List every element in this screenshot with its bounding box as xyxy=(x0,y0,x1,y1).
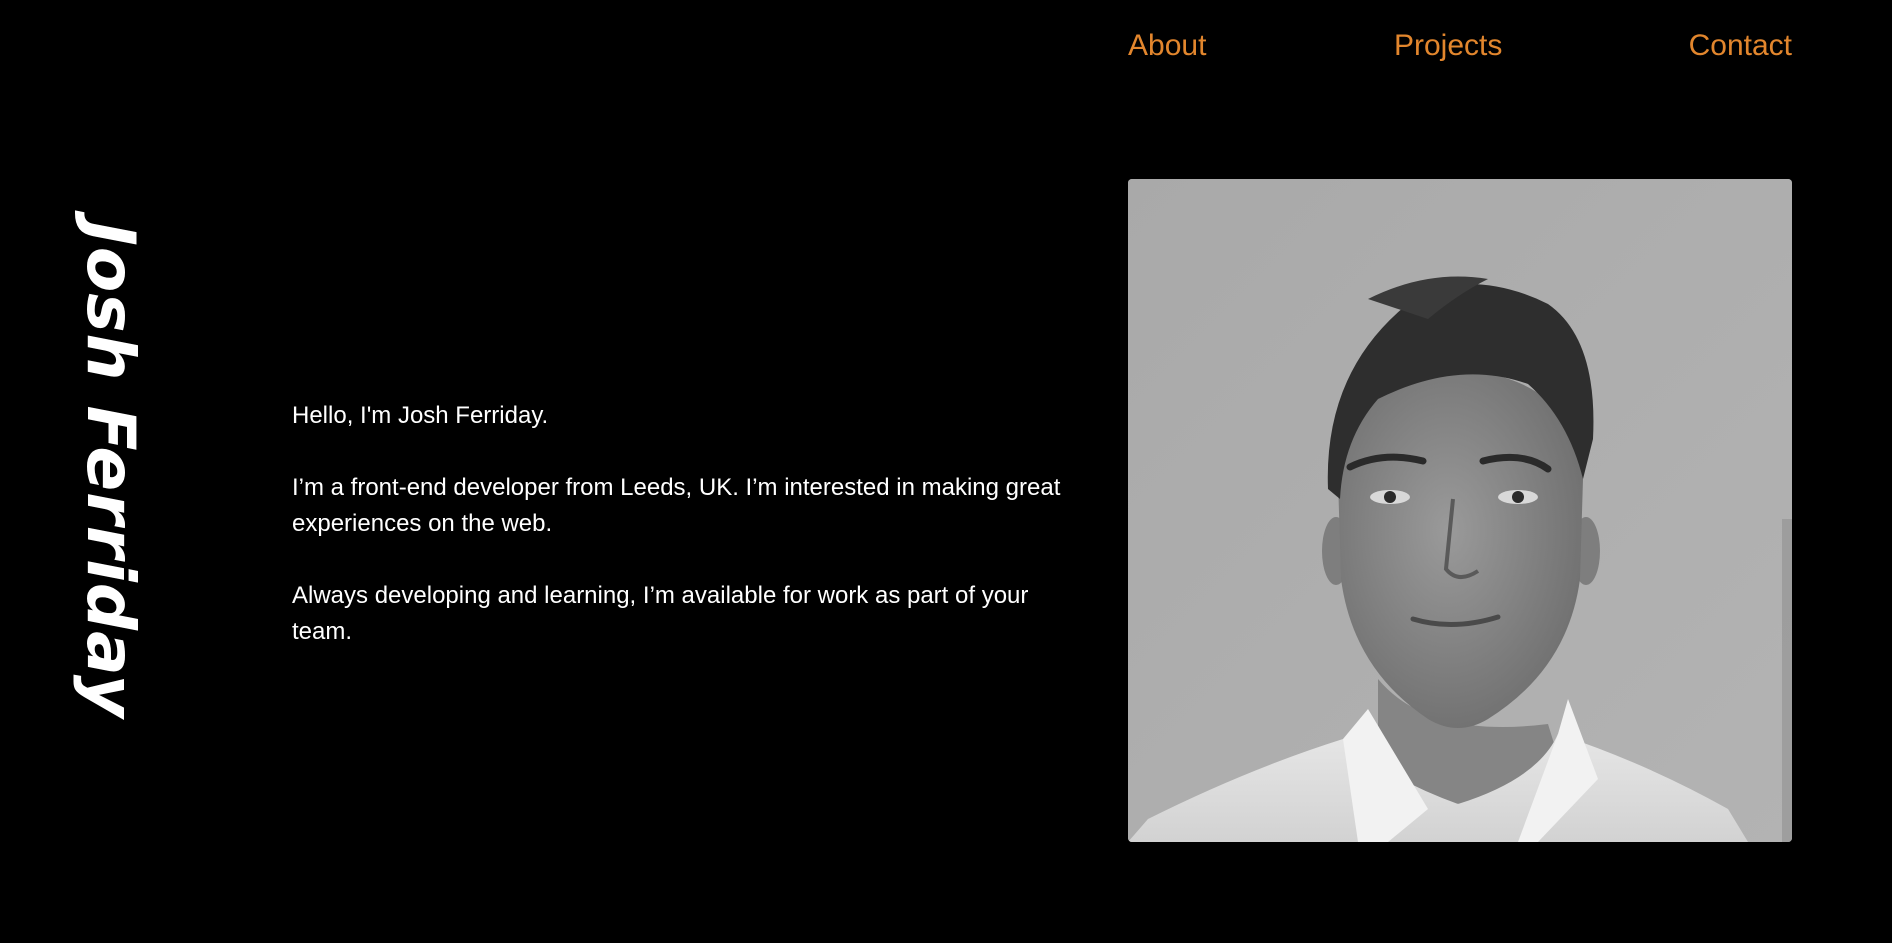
intro-availability: Always developing and learning, I’m avai… xyxy=(292,582,1029,645)
vertical-name-container: Josh Ferriday xyxy=(60,200,160,740)
intro-greeting: Hello, I'm Josh Ferriday. xyxy=(292,402,549,429)
portrait-illustration xyxy=(1128,179,1792,842)
nav-link-about[interactable]: About xyxy=(1128,22,1206,70)
site-owner-name: Josh Ferriday xyxy=(72,221,149,719)
profile-photo xyxy=(1128,179,1792,842)
nav-link-contact[interactable]: Contact xyxy=(1689,22,1792,70)
nav-link-projects[interactable]: Projects xyxy=(1394,22,1502,70)
main-nav: About Projects Contact xyxy=(1128,22,1792,70)
intro-role: I’m a front-end developer from Leeds, UK… xyxy=(292,474,1061,537)
intro-section: Hello, I'm Josh Ferriday. I’m a front-en… xyxy=(292,398,1092,686)
